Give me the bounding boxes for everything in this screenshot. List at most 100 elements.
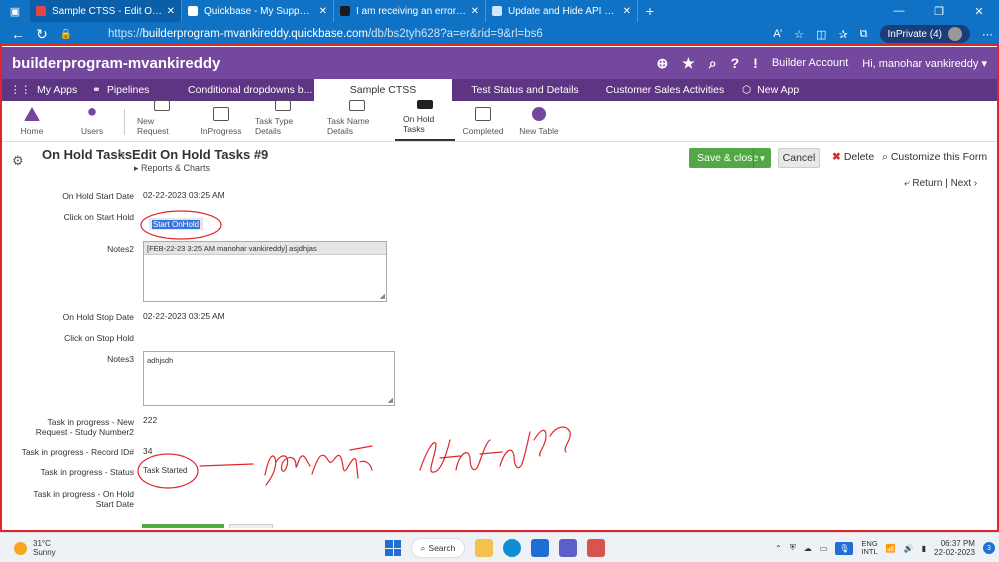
resize-handle-icon[interactable]: ◢ bbox=[388, 396, 393, 404]
more-icon[interactable]: ⋯ bbox=[982, 28, 993, 41]
browser-tab-support-cases[interactable]: Quickbase - My Support Cases ✕ bbox=[182, 0, 334, 22]
teams-icon[interactable] bbox=[559, 539, 577, 557]
bottom-save-button[interactable] bbox=[142, 524, 224, 528]
bottom-cancel-button[interactable] bbox=[229, 524, 273, 528]
windows-start-icon[interactable] bbox=[385, 540, 401, 556]
tab-title: I am receiving an error when attempting bbox=[356, 5, 467, 17]
notes2-textarea[interactable]: [FEB-22-23 3:25 AM manohar vankireddy] a… bbox=[143, 241, 387, 302]
realm-name[interactable]: builderprogram-mvankireddy bbox=[12, 55, 220, 72]
split-screen-icon[interactable]: ◫ bbox=[816, 28, 826, 41]
table-inprogress[interactable]: InProgress bbox=[195, 100, 247, 141]
pipelines-link[interactable]: ⚭ Pipelines bbox=[82, 79, 178, 101]
lock-icon[interactable]: 🔒 bbox=[54, 29, 78, 40]
taskbar-search-button[interactable]: ⌕ Search bbox=[411, 538, 465, 558]
cloud-icon[interactable]: ☁ bbox=[804, 544, 812, 553]
app-tab-sample-ctss[interactable]: Sample CTSS bbox=[314, 79, 452, 101]
language-indicator[interactable]: ENG INTL bbox=[861, 540, 877, 556]
new-table-link[interactable]: New Table bbox=[511, 100, 567, 141]
browser-tab-error[interactable]: I am receiving an error when attempting … bbox=[334, 0, 486, 22]
new-tab-button[interactable]: + bbox=[638, 0, 662, 22]
chevron-up-icon[interactable]: ⌃ bbox=[775, 544, 782, 553]
close-icon[interactable]: ✕ bbox=[471, 6, 479, 17]
favorites-icon[interactable]: ✰ bbox=[838, 28, 847, 41]
favicon-icon bbox=[492, 6, 502, 16]
favorite-star-icon[interactable]: ☆ bbox=[794, 28, 804, 41]
new-app-link[interactable]: ⬡ New App bbox=[732, 79, 809, 101]
volume-icon[interactable]: 🔊 bbox=[904, 544, 914, 553]
edge-icon[interactable] bbox=[503, 539, 521, 557]
next-link[interactable]: Next bbox=[951, 178, 972, 189]
minimize-icon[interactable]: — bbox=[879, 0, 919, 22]
window-controls: — ❐ ✕ bbox=[879, 0, 999, 22]
gear-icon[interactable]: ⚙ bbox=[12, 153, 24, 169]
search-icon[interactable]: ⌕ bbox=[709, 55, 717, 72]
outlook-icon[interactable] bbox=[531, 539, 549, 557]
alert-icon[interactable]: ! bbox=[753, 55, 758, 71]
start-onhold-button[interactable]: Start OnHold bbox=[149, 218, 203, 230]
collections-icon[interactable]: ⧉ bbox=[860, 28, 868, 41]
reports-charts-link[interactable]: ▸ Reports & Charts bbox=[134, 163, 210, 174]
help-icon[interactable]: ? bbox=[731, 55, 740, 71]
star-icon[interactable]: ★ bbox=[682, 55, 695, 72]
field-label: Notes2 bbox=[107, 244, 134, 254]
close-icon[interactable]: ✕ bbox=[319, 6, 327, 17]
browser-tab-sample-ctss[interactable]: Sample CTSS - Edit On Hold Tasks ✕ bbox=[30, 0, 182, 22]
app-tab-conditional[interactable]: Conditional dropdowns b... bbox=[178, 79, 314, 101]
app-tab-customer-sales[interactable]: Customer Sales Activities bbox=[598, 79, 732, 101]
table-task-type-details[interactable]: Task Type Details bbox=[247, 100, 319, 141]
form-header: ⚙ On Hold Tasks > Edit On Hold Tasks #9 … bbox=[0, 142, 999, 176]
favicon-icon bbox=[188, 6, 198, 16]
table-task-name-details[interactable]: Task Name Details bbox=[319, 100, 395, 141]
resize-handle-icon[interactable]: ◢ bbox=[380, 292, 385, 300]
save-close-button[interactable]: Save & close ▼ bbox=[689, 148, 771, 168]
user-menu[interactable]: Hi, manohar vankireddy ▾ bbox=[862, 57, 987, 70]
field-label: On Hold Stop Date bbox=[62, 312, 134, 322]
file-explorer-icon[interactable] bbox=[475, 539, 493, 557]
wifi-icon[interactable]: 📶 bbox=[886, 544, 896, 553]
window-menu-icon[interactable]: ▣ bbox=[0, 0, 30, 22]
search-icon: ⌕ bbox=[420, 542, 426, 553]
home-table-link[interactable]: Home bbox=[0, 100, 64, 141]
app-tab-test-status[interactable]: Test Status and Details bbox=[452, 79, 598, 101]
tab-title: Quickbase - My Support Cases bbox=[204, 5, 315, 17]
field-label: Click on Start Hold bbox=[63, 212, 134, 222]
table-on-hold-tasks[interactable]: On Hold Tasks bbox=[395, 100, 455, 141]
app-icon[interactable] bbox=[587, 539, 605, 557]
sun-icon bbox=[14, 541, 27, 555]
cancel-button[interactable]: Cancel bbox=[778, 148, 820, 168]
return-link[interactable]: Return bbox=[912, 178, 942, 189]
taskbar: 31°C Sunny ⌕ Search ⌃ ⛨ ☁ ▭ 🎙 ENG INTL 📶 🔊 … bbox=[0, 532, 999, 562]
read-aloud-icon[interactable]: A’ bbox=[773, 28, 782, 40]
builder-account-link[interactable]: Builder Account bbox=[772, 57, 848, 69]
notes3-textarea[interactable]: adhjsdh ◢ bbox=[143, 351, 395, 406]
url-field[interactable]: https://builderprogram-mvankireddy.quick… bbox=[108, 28, 543, 40]
return-next-nav[interactable]: ⤶ Return | Next › bbox=[904, 178, 977, 189]
close-window-icon[interactable]: ✕ bbox=[959, 0, 999, 22]
field-value: 02-22-2023 03:25 AM bbox=[143, 190, 225, 200]
close-icon[interactable]: ✕ bbox=[167, 6, 175, 17]
add-icon[interactable]: ⊕ bbox=[656, 55, 668, 72]
table-completed[interactable]: Completed bbox=[455, 100, 511, 141]
table-icon bbox=[275, 100, 291, 111]
refresh-icon[interactable]: ↻ bbox=[30, 26, 54, 43]
notification-badge[interactable]: 3 bbox=[982, 542, 995, 554]
inprivate-badge[interactable]: InPrivate (4) bbox=[879, 25, 970, 43]
clock[interactable]: 06:37 PM 22-02-2023 bbox=[934, 539, 975, 557]
shield-icon[interactable]: ⛨ bbox=[790, 543, 796, 553]
weather-widget[interactable]: 31°C Sunny bbox=[14, 539, 56, 557]
checkbox-icon bbox=[417, 100, 433, 109]
address-bar: ← ↻ 🔒 https://builderprogram-mvankireddy… bbox=[0, 22, 999, 46]
maximize-icon[interactable]: ❐ bbox=[919, 0, 959, 22]
display-icon[interactable]: ▭ bbox=[820, 544, 828, 553]
customize-form-button[interactable]: ⌕ Customize this Form bbox=[882, 151, 987, 164]
my-apps-link[interactable]: ⋮⋮ My Apps bbox=[0, 79, 82, 101]
browser-tab-api-button[interactable]: Update and Hide API Button. ✕ bbox=[486, 0, 638, 22]
users-table-link[interactable]: Users bbox=[64, 100, 120, 141]
microphone-icon[interactable]: 🎙 bbox=[835, 541, 854, 555]
delete-button[interactable]: ✖ Delete bbox=[832, 151, 874, 163]
battery-icon[interactable]: ▮ bbox=[922, 544, 926, 553]
close-icon[interactable]: ✕ bbox=[623, 6, 631, 17]
back-arrow-icon[interactable]: ← bbox=[6, 26, 30, 42]
table-new-request[interactable]: New Request bbox=[129, 100, 195, 141]
chevron-down-icon[interactable]: ▼ bbox=[753, 148, 771, 168]
